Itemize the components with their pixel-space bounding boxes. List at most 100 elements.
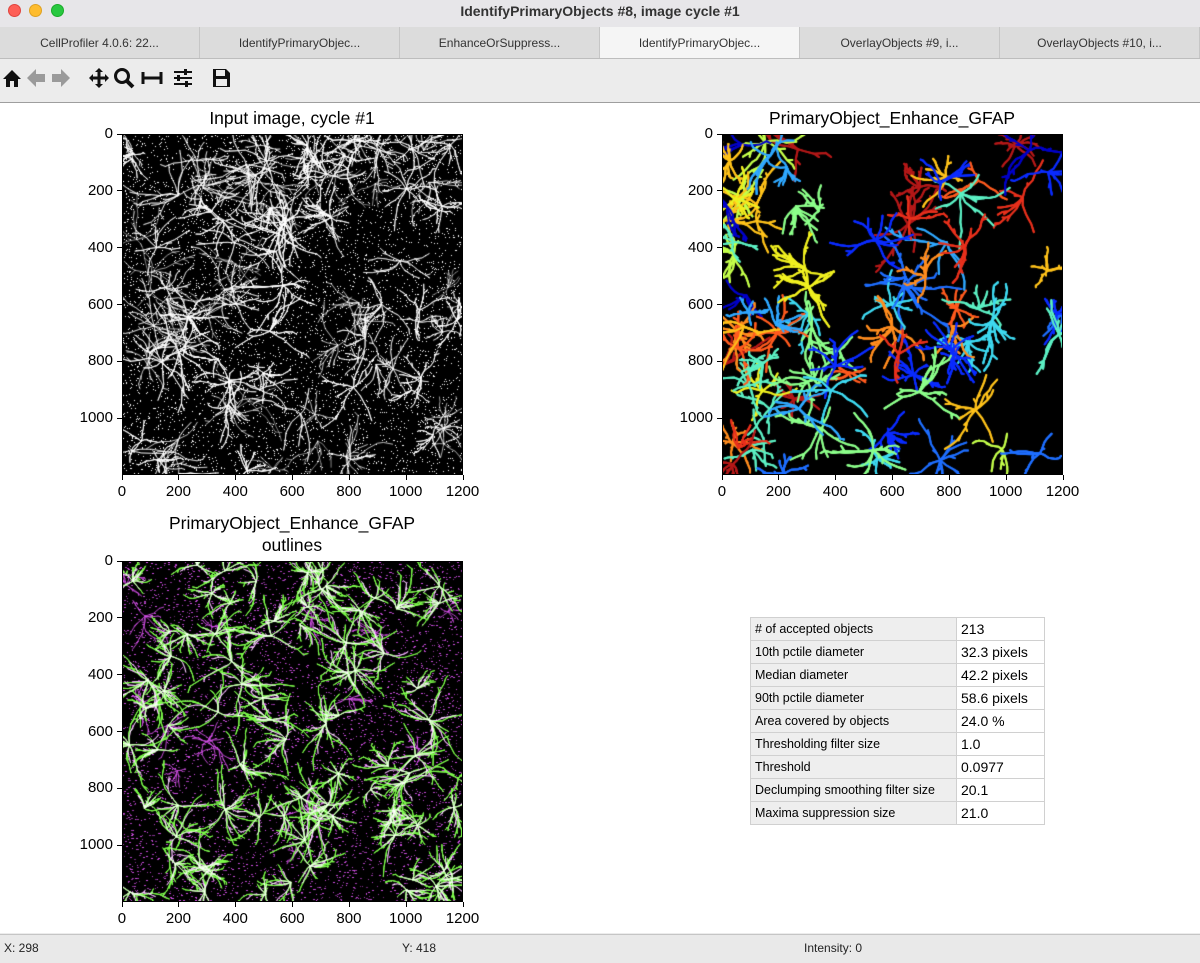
y-tick: [717, 304, 722, 305]
y-tick-label: 800: [87, 352, 113, 370]
x-tick: [948, 475, 950, 480]
x-tick-label: 0: [117, 910, 127, 927]
y-tick-label: 200: [87, 608, 113, 626]
x-tick: [348, 902, 350, 907]
x-tick-label: 0: [717, 483, 727, 500]
tab-identifyprimaryobjects-8[interactable]: IdentifyPrimaryObjec...: [600, 27, 800, 58]
y-tick: [117, 247, 122, 249]
figure-canvas[interactable]: Input image, cycle #1 PrimaryObject_Enha…: [0, 103, 1200, 933]
stat-label: # of accepted objects: [750, 617, 957, 641]
table-row: 90th pctile diameter 58.6 pixels: [750, 686, 1045, 710]
x-tick: [462, 475, 464, 480]
configure-icon[interactable]: [172, 67, 194, 89]
plot-title-input-image: Input image, cycle #1: [209, 108, 375, 128]
stat-value: 42.2 pixels: [956, 663, 1045, 687]
y-tick-label: 400: [687, 238, 713, 256]
input-image: [123, 135, 462, 474]
x-tick: [462, 902, 464, 907]
y-tick-label: 200: [687, 181, 713, 199]
x-tick: [892, 475, 893, 480]
stat-value: 32.3 pixels: [956, 640, 1045, 664]
y-tick-label: 600: [87, 722, 113, 740]
y-tick-label: 800: [687, 352, 713, 370]
x-tick-label: 1200: [445, 910, 480, 927]
x-tick: [178, 475, 180, 480]
y-tick: [717, 247, 722, 249]
subplots-icon[interactable]: [141, 67, 163, 89]
x-tick-label: 400: [822, 483, 848, 500]
stat-value: 1.0: [956, 732, 1045, 756]
home-icon[interactable]: [1, 67, 23, 89]
y-tick: [717, 360, 722, 362]
status-y-coordinate: Y: 418: [402, 941, 437, 955]
y-tick-label: 1000: [679, 409, 713, 427]
x-tick-label: 1000: [388, 910, 423, 927]
x-tick-label: 600: [879, 483, 905, 500]
y-tick-label: 1000: [79, 409, 113, 427]
x-tick: [178, 902, 180, 907]
y-tick: [117, 360, 122, 362]
y-tick-label: 0: [704, 125, 713, 142]
stat-label: 10th pctile diameter: [750, 640, 957, 664]
table-row: # of accepted objects 213: [750, 617, 1045, 641]
x-tick-label: 600: [279, 483, 305, 500]
status-bar: X: 298 Y: 418 Intensity: 0: [0, 934, 1200, 963]
save-icon[interactable]: [210, 67, 232, 89]
y-tick: [717, 133, 722, 135]
x-tick: [835, 475, 837, 480]
table-row: Maxima suppression size 21.0: [750, 801, 1045, 825]
table-row: Threshold 0.0977: [750, 755, 1045, 779]
y-tick-label: 0: [104, 552, 113, 569]
x-tick-label: 800: [336, 910, 362, 927]
axes-outlines[interactable]: [122, 561, 463, 902]
y-tick-label: 400: [87, 665, 113, 683]
pan-icon[interactable]: [88, 67, 110, 89]
x-tick-label: 1000: [988, 483, 1023, 500]
x-tick: [235, 475, 237, 480]
stat-value: 24.0 %: [956, 709, 1045, 733]
axes-input-image[interactable]: [122, 134, 463, 475]
y-tick: [117, 787, 122, 789]
table-row: Area covered by objects 24.0 %: [750, 709, 1045, 733]
y-tick: [117, 133, 122, 135]
y-tick: [117, 617, 122, 619]
stat-value: 0.0977: [956, 755, 1045, 779]
x-tick-label: 200: [165, 910, 191, 927]
y-tick-label: 0: [104, 125, 113, 142]
y-tick-label: 600: [687, 295, 713, 313]
x-tick: [778, 475, 780, 480]
tab-overlayobjects-10[interactable]: OverlayObjects #10, i...: [1000, 27, 1200, 58]
x-tick: [121, 902, 123, 907]
y-tick: [117, 417, 122, 419]
axes-labeled-objects[interactable]: [722, 134, 1063, 475]
y-tick-label: 600: [87, 295, 113, 313]
window-title: IdentifyPrimaryObjects #8, image cycle #…: [460, 3, 740, 19]
zoom-icon[interactable]: [113, 67, 135, 89]
x-tick: [292, 475, 293, 480]
tab-cellprofiler[interactable]: CellProfiler 4.0.6: 22...: [0, 27, 200, 58]
y-tick-label: 1000: [79, 836, 113, 854]
tab-identifyprimaryobjects-1[interactable]: IdentifyPrimaryObjec...: [200, 27, 400, 58]
tab-enhanceorsuppress[interactable]: EnhanceOrSuppress...: [400, 27, 600, 58]
y-tick-label: 200: [87, 181, 113, 199]
labeled-objects-image: [723, 135, 1062, 474]
y-tick-label: 800: [87, 779, 113, 797]
stat-value: 58.6 pixels: [956, 686, 1045, 710]
y-tick: [717, 190, 722, 192]
x-tick: [721, 475, 723, 480]
y-tick: [117, 731, 122, 732]
forward-arrow-icon[interactable]: [50, 67, 72, 89]
x-tick-label: 800: [936, 483, 962, 500]
back-arrow-icon[interactable]: [25, 67, 47, 89]
x-tick-label: 1000: [388, 483, 423, 500]
y-tick: [717, 417, 722, 419]
plot-title-outlines-line1: PrimaryObject_Enhance_GFAP: [168, 513, 416, 533]
x-tick: [1005, 475, 1007, 480]
x-tick: [1062, 475, 1064, 480]
table-row: 10th pctile diameter 32.3 pixels: [750, 640, 1045, 664]
stat-value: 213: [956, 617, 1045, 641]
outlines-image: [123, 562, 462, 901]
stat-value: 20.1: [956, 778, 1045, 802]
x-tick: [405, 902, 407, 907]
tab-overlayobjects-9[interactable]: OverlayObjects #9, i...: [800, 27, 1000, 58]
